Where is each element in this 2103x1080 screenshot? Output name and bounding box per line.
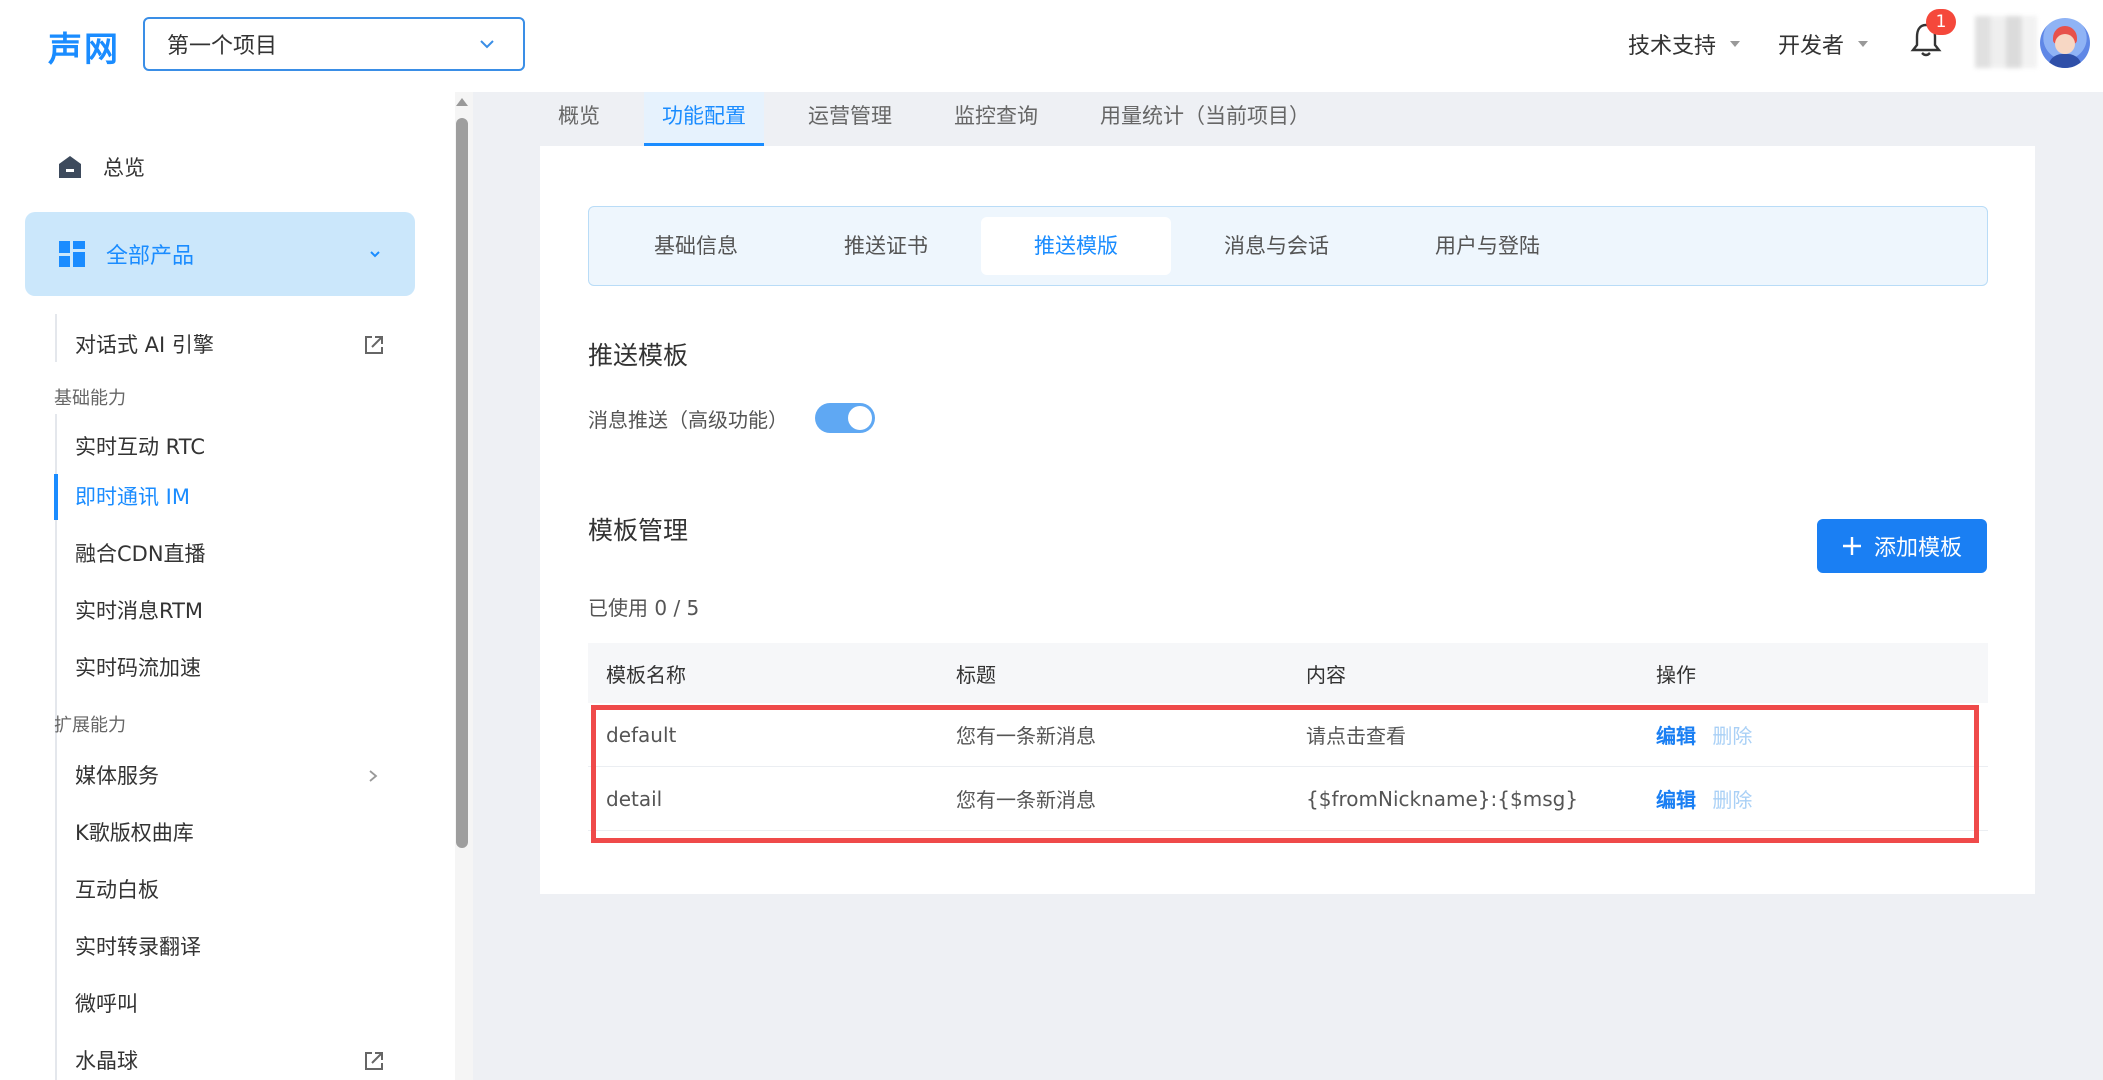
- column-header: 标题: [956, 662, 996, 687]
- edit-button[interactable]: 编辑: [1656, 724, 1696, 748]
- sidebar-item-all-products[interactable]: 全部产品: [25, 212, 415, 296]
- sidebar-item-transcription[interactable]: 实时转录翻译: [75, 932, 395, 962]
- project-select[interactable]: 第一个项目: [143, 17, 525, 71]
- notification-badge: 1: [1926, 9, 1956, 35]
- plus-icon: [1842, 537, 1861, 555]
- push-toggle[interactable]: [815, 403, 875, 433]
- sidebar-item-media-service[interactable]: 媒体服务: [75, 761, 395, 791]
- subtab-push-cert[interactable]: 推送证书: [791, 217, 981, 275]
- support-menu-label: 技术支持: [1628, 34, 1717, 59]
- toggle-knob: [848, 406, 872, 430]
- chevron-right-icon: [369, 770, 378, 782]
- tab-overview[interactable]: 概览: [540, 92, 618, 146]
- sidebar-item-label: 全部产品: [106, 244, 195, 269]
- nav-group-extension: 扩展能力: [54, 715, 126, 736]
- template-name: detail: [606, 786, 663, 811]
- tab-usage-stats[interactable]: 用量统计（当前项目）: [1082, 92, 1328, 146]
- top-tabs: 概览 功能配置 运营管理 监控查询 用量统计（当前项目）: [540, 92, 1354, 146]
- sidebar-item-conversational-ai[interactable]: 对话式 AI 引擎: [75, 330, 395, 360]
- sidebar-item-overview[interactable]: 总览: [57, 152, 145, 182]
- support-menu[interactable]: 技术支持: [1628, 28, 1741, 60]
- table-row: default 您有一条新消息 请点击查看 编辑 删除: [588, 703, 1988, 767]
- chevron-down-icon: [370, 251, 380, 258]
- top-header: 声网 第一个项目 技术支持 开发者 1: [0, 0, 2103, 92]
- caret-down-icon: [1858, 41, 1869, 47]
- column-header: 操作: [1656, 662, 1696, 687]
- push-template-title: 推送模板: [588, 341, 689, 370]
- subtab-user-login[interactable]: 用户与登陆: [1382, 217, 1593, 275]
- delete-button[interactable]: 删除: [1712, 788, 1752, 812]
- nav-tree-line: [55, 414, 57, 794]
- add-template-label: 添加模板: [1873, 536, 1962, 561]
- sidebar-item-rtc[interactable]: 实时互动 RTC: [75, 432, 395, 462]
- sidebar-item-crystal-ball[interactable]: 水晶球: [75, 1046, 395, 1076]
- caret-down-icon: [1730, 41, 1741, 47]
- column-header: 模板名称: [606, 662, 686, 687]
- sidebar-scrollbar-thumb[interactable]: [456, 118, 468, 848]
- nav-tree-line: [55, 314, 57, 362]
- sidebar-item-whiteboard[interactable]: 互动白板: [75, 875, 395, 905]
- template-title: 您有一条新消息: [956, 788, 1096, 812]
- nav-group-basic: 基础能力: [54, 388, 126, 409]
- subtab-push-template[interactable]: 推送模版: [981, 217, 1171, 275]
- grid-icon: [59, 241, 85, 267]
- sidebar-item-im[interactable]: 即时通讯 IM: [75, 482, 395, 512]
- sidebar-item-stream-accel[interactable]: 实时码流加速: [75, 653, 395, 683]
- developer-menu[interactable]: 开发者: [1778, 28, 1869, 60]
- sidebar-item-micro-call[interactable]: 微呼叫: [75, 989, 395, 1019]
- row-actions: 编辑 删除: [1638, 720, 1988, 749]
- sidebar-item-label: 对话式 AI 引擎: [75, 333, 214, 357]
- avatar[interactable]: [2040, 18, 2090, 68]
- brand-logo[interactable]: 声网: [48, 22, 120, 71]
- row-actions: 编辑 删除: [1638, 784, 1988, 813]
- developer-menu-label: 开发者: [1778, 34, 1845, 59]
- home-icon: [59, 156, 81, 178]
- sub-tabs: 基础信息 推送证书 推送模版 消息与会话 用户与登陆: [588, 206, 1988, 286]
- project-select-value: 第一个项目: [167, 34, 278, 59]
- usage-count: 已使用 0 / 5: [588, 596, 700, 620]
- edit-button[interactable]: 编辑: [1656, 788, 1696, 812]
- sidebar-item-rtm[interactable]: 实时消息RTM: [75, 596, 395, 626]
- tab-monitoring[interactable]: 监控查询: [936, 92, 1056, 146]
- push-toggle-label: 消息推送（高级功能）: [588, 408, 788, 432]
- external-link-icon: [365, 336, 383, 354]
- delete-button[interactable]: 删除: [1712, 724, 1752, 748]
- template-title: 您有一条新消息: [956, 724, 1096, 748]
- sidebar-item-cdn[interactable]: 融合CDN直播: [75, 539, 395, 569]
- main-panel: 基础信息 推送证书 推送模版 消息与会话 用户与登陆 推送模板 消息推送（高级功…: [540, 146, 2035, 894]
- column-header: 内容: [1306, 662, 1346, 687]
- subtab-basic-info[interactable]: 基础信息: [601, 217, 791, 275]
- active-indicator: [54, 474, 58, 520]
- subtab-msg-session[interactable]: 消息与会话: [1171, 217, 1382, 275]
- sidebar-item-label: 水晶球: [75, 1049, 138, 1073]
- template-name: default: [606, 722, 677, 747]
- tab-operations[interactable]: 运营管理: [790, 92, 910, 146]
- sidebar-item-label: 媒体服务: [75, 764, 159, 788]
- template-manage-title: 模板管理: [588, 516, 689, 545]
- nav-tree-line: [55, 742, 57, 1080]
- external-link-icon: [365, 1052, 383, 1070]
- template-content: 请点击查看: [1306, 724, 1406, 748]
- sidebar-item-label: 总览: [103, 156, 145, 180]
- table-row: detail 您有一条新消息 {$fromNickname}:{$msg} 编辑…: [588, 767, 1988, 831]
- sidebar-item-karaoke[interactable]: K歌版权曲库: [75, 818, 395, 848]
- chevron-down-icon: [480, 40, 494, 49]
- sidebar: 总览 全部产品 对话式 AI 引擎 基础能力 实时互动 RTC 即时通讯 IM …: [0, 92, 455, 1080]
- tab-feature-config[interactable]: 功能配置: [644, 92, 764, 146]
- template-table: 模板名称 标题 内容 操作 default 您有一条新消息 请点击查看 编辑 删…: [588, 643, 1988, 831]
- template-content: {$fromNickname}:{$msg}: [1306, 786, 1579, 811]
- add-template-button[interactable]: 添加模板: [1817, 519, 1987, 573]
- blurred-username: [1975, 16, 2037, 68]
- scroll-up-arrow-icon[interactable]: [456, 98, 468, 106]
- table-header: 模板名称 标题 内容 操作: [588, 643, 1988, 703]
